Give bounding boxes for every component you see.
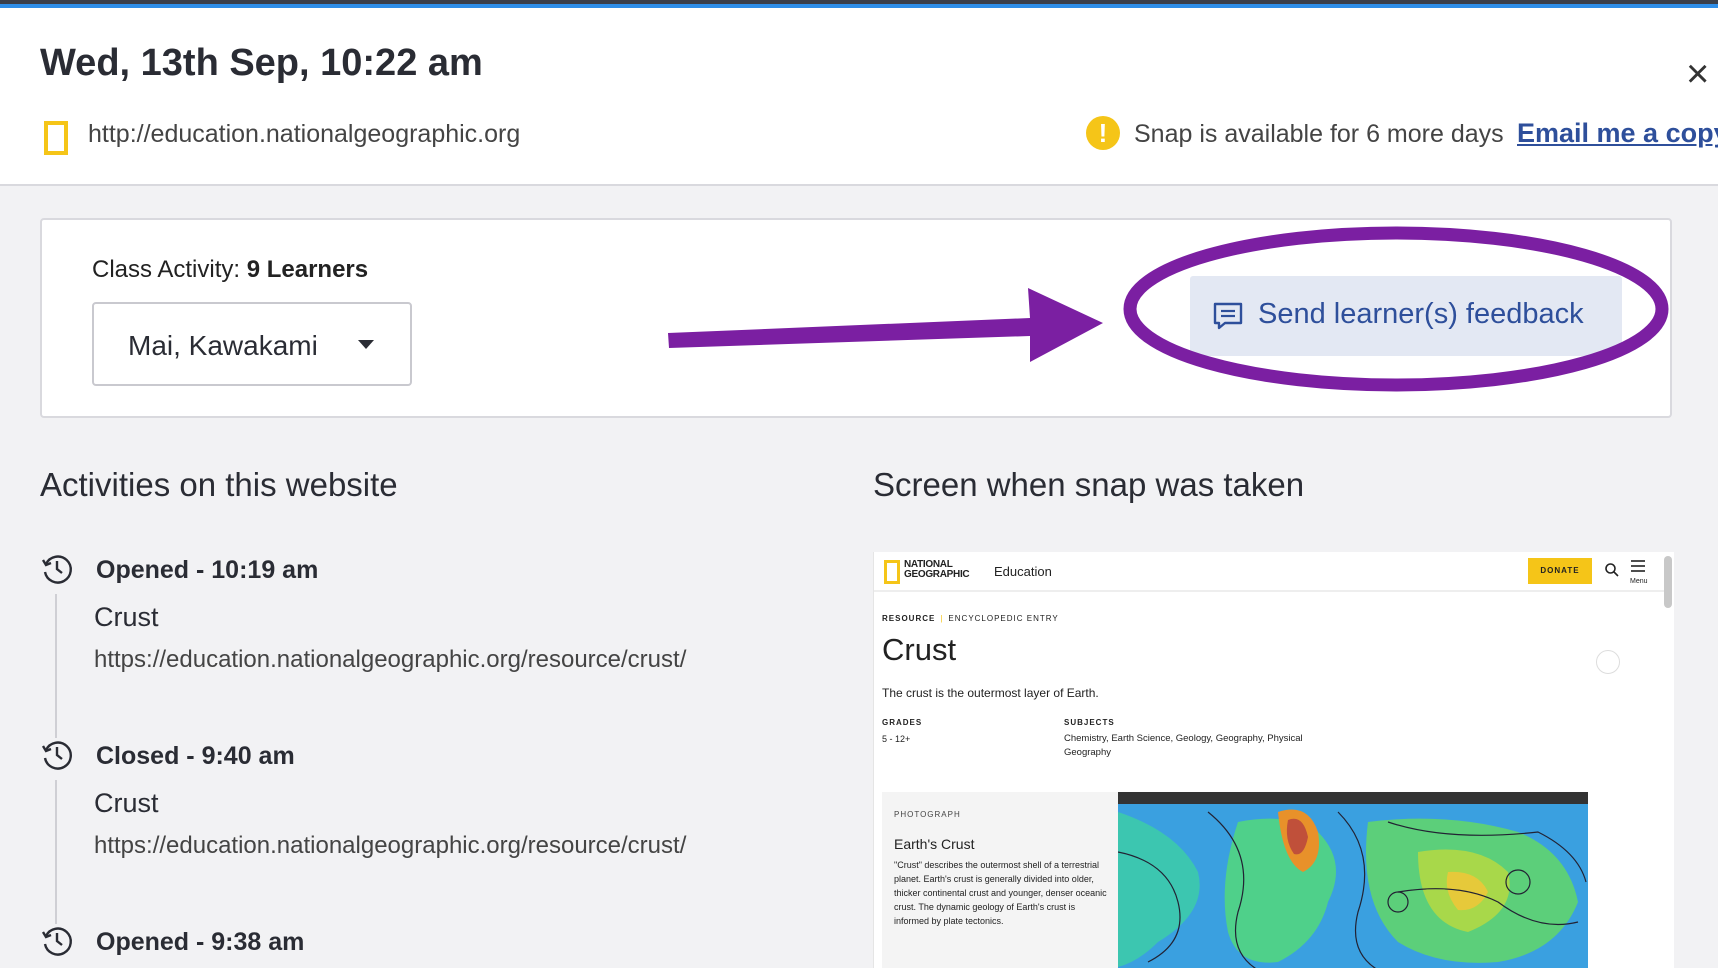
learner-select[interactable]: Mai, Kawakami (92, 302, 412, 386)
history-icon (41, 555, 72, 584)
grades-value: 5 - 12+ (882, 734, 911, 744)
activity-page-url[interactable]: https://education.nationalgeographic.org… (94, 646, 686, 674)
natgeo-wordmark: NATIONAL GEOGRAPHIC (904, 560, 970, 580)
menu-label: Menu (1630, 578, 1648, 585)
snap-title: Wed, 13th Sep, 10:22 am (40, 42, 483, 84)
history-icon (41, 741, 72, 770)
screenshot-scrollbar (1664, 556, 1672, 608)
site-section: Education (994, 564, 1052, 579)
activity-page-title: Crust (94, 602, 159, 632)
warning-icon: ! (1086, 116, 1120, 150)
site-header: NATIONAL GEOGRAPHIC Education DONATE Men… (874, 552, 1664, 592)
natgeo-logo-icon (884, 560, 900, 584)
photo-caption-panel: PHOTOGRAPH Earth's Crust "Crust" describ… (882, 792, 1118, 968)
site-description: The crust is the outermost layer of Eart… (882, 686, 1099, 700)
timeline-line (55, 594, 57, 738)
activity-page-title: Crust (94, 788, 159, 818)
timeline-line (55, 780, 57, 924)
class-activity-label: Class Activity: 9 Learners (92, 256, 368, 284)
learner-select-value: Mai, Kawakami (128, 330, 318, 361)
screen-heading: Screen when snap was taken (873, 466, 1305, 503)
snap-screenshot[interactable]: NATIONAL GEOGRAPHIC Education DONATE Men… (873, 552, 1674, 968)
class-activity-card: Class Activity: 9 Learners Mai, Kawakami… (40, 218, 1672, 418)
resource-type: RESOURCE | ENCYCLOPEDIC ENTRY (882, 614, 1059, 623)
site-page-title: Crust (882, 632, 957, 667)
chat-icon (1213, 302, 1243, 330)
resource-label: RESOURCE (882, 614, 936, 623)
photo-title: Earth's Crust (894, 836, 975, 852)
donate-button: DONATE (1528, 558, 1592, 584)
activity-event: Opened - 10:19 am (96, 556, 319, 584)
entry-type: ENCYCLOPEDIC ENTRY (948, 614, 1059, 623)
send-feedback-label: Send learner(s) feedback (1258, 298, 1584, 330)
menu-icon (1631, 560, 1645, 572)
activity-page-url[interactable]: https://education.nationalgeographic.org… (94, 832, 686, 860)
subjects-label: SUBJECTS (1064, 718, 1115, 727)
learner-count: 9 Learners (246, 256, 369, 283)
activity-event: Closed - 9:40 am (96, 742, 295, 770)
grades-label: GRADES (882, 718, 923, 727)
email-copy-link[interactable]: Email me a copy (1517, 118, 1718, 149)
snap-availability-text: Snap is available for 6 more days (1134, 120, 1504, 148)
history-icon (41, 927, 72, 956)
wordmark-line2: GEOGRAPHIC (904, 569, 970, 580)
subjects-value: Chemistry, Earth Science, Geology, Geogr… (1064, 733, 1303, 758)
bookmark-icon (1596, 650, 1620, 674)
activities-heading: Activities on this website (40, 466, 398, 503)
chevron-down-icon (358, 340, 374, 349)
photo-label: PHOTOGRAPH (894, 810, 961, 819)
site-favicon-icon (44, 121, 68, 155)
crust-thickness-map (1118, 792, 1588, 968)
snap-url: http://education.nationalgeographic.org (88, 120, 521, 148)
send-feedback-button[interactable]: Send learner(s) feedback (1190, 276, 1622, 356)
activity-event: Opened - 9:38 am (96, 928, 305, 956)
snap-header: Wed, 13th Sep, 10:22 am × http://educati… (0, 8, 1718, 186)
class-activity-prefix: Class Activity: (92, 256, 241, 283)
close-icon[interactable]: × (1686, 54, 1709, 94)
photo-description: "Crust" describes the outermost shell of… (894, 860, 1107, 926)
search-icon (1605, 563, 1619, 577)
